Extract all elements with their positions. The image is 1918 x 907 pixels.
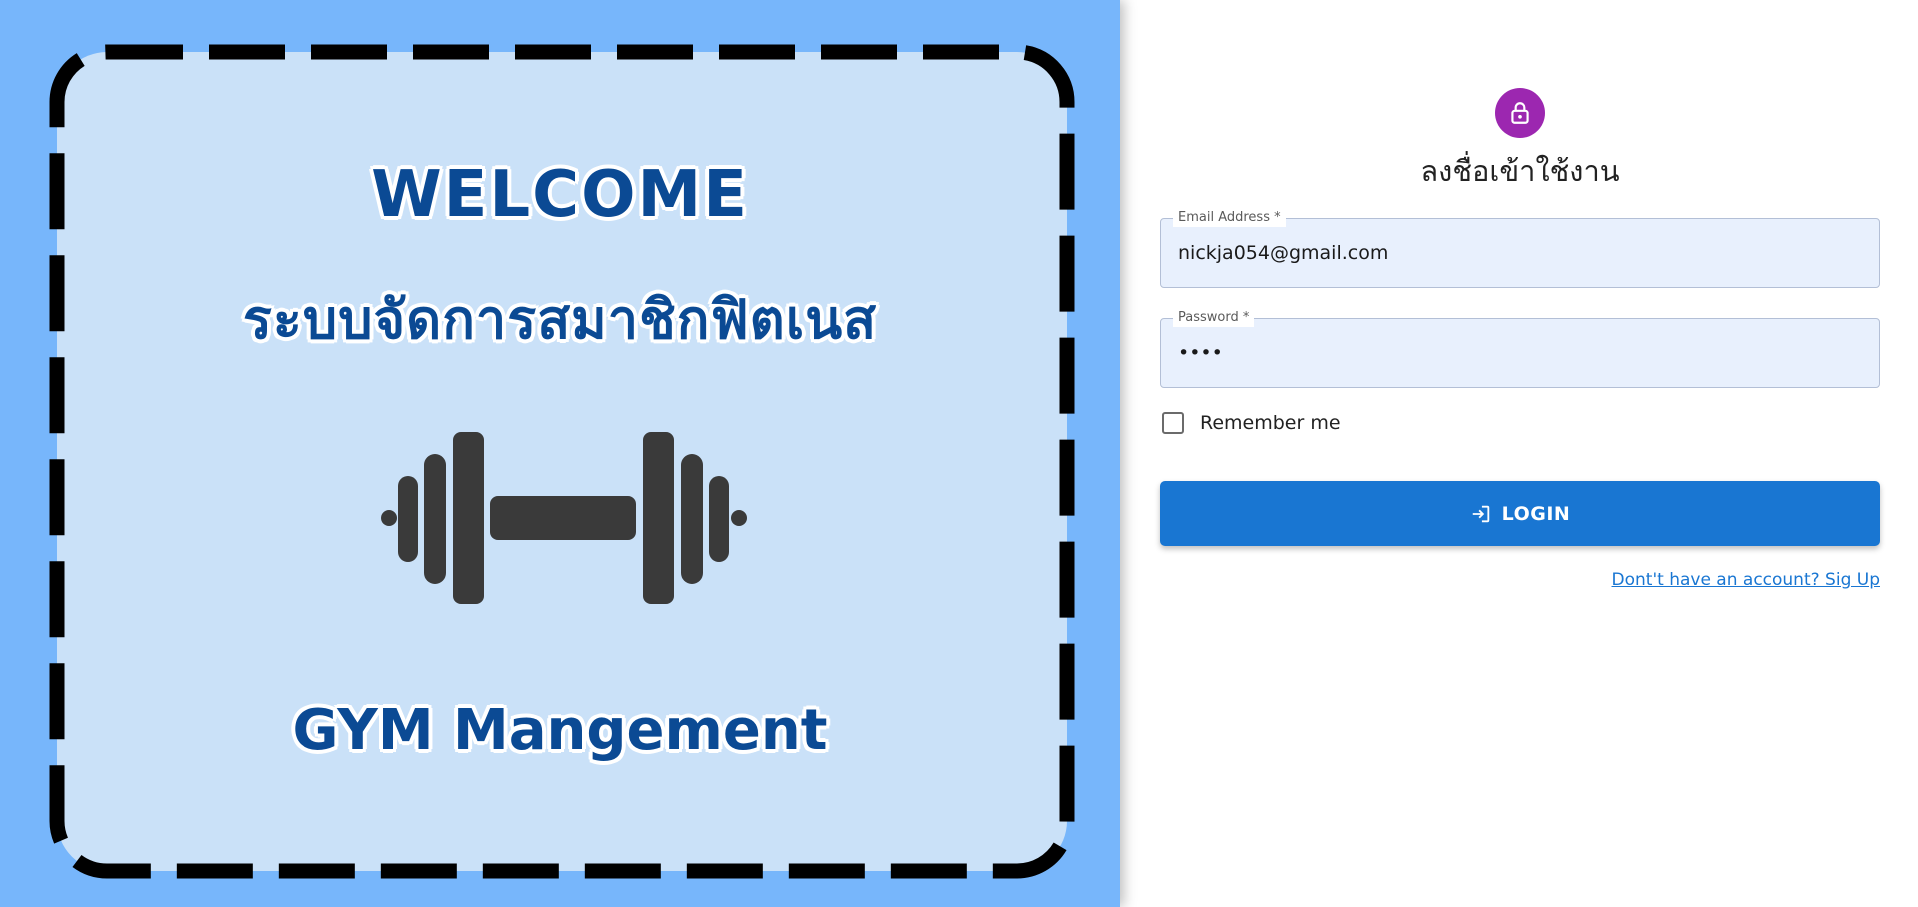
gym-management-subtitle: GYM Mangement bbox=[292, 698, 828, 763]
remember-me[interactable]: Remember me bbox=[1162, 412, 1341, 434]
login-label: LOGIN bbox=[1501, 502, 1571, 525]
password-value[interactable]: •••• bbox=[1178, 342, 1223, 364]
hero-card bbox=[49, 44, 1075, 879]
login-button[interactable]: LOGIN bbox=[1160, 481, 1880, 546]
lock-avatar bbox=[1495, 88, 1545, 138]
login-form: ลงชื่อเข้าใช้งาน Email Address * nickja0… bbox=[1160, 0, 1880, 907]
login-icon bbox=[1470, 503, 1492, 525]
lock-icon bbox=[1511, 102, 1529, 124]
signup-link[interactable]: Dont't have an account? Sig Up bbox=[1612, 570, 1880, 590]
welcome-title: WELCOME bbox=[371, 158, 749, 232]
email-label: Email Address * bbox=[1173, 209, 1286, 227]
email-value[interactable]: nickja054@gmail.com bbox=[1178, 242, 1388, 264]
email-field[interactable]: Email Address * nickja054@gmail.com bbox=[1160, 209, 1880, 288]
login-heading: ลงชื่อเข้าใช้งาน bbox=[1420, 154, 1620, 188]
remember-checkbox[interactable] bbox=[1162, 412, 1184, 434]
hero-panel: WELCOME ระบบจัดการสมาชิกฟิตเนส GYM Mange… bbox=[0, 0, 1120, 907]
password-field[interactable]: Password * •••• bbox=[1160, 309, 1880, 388]
system-name-title: ระบบจัดการสมาชิกฟิตเนส bbox=[242, 288, 878, 351]
remember-label: Remember me bbox=[1200, 412, 1341, 434]
password-label: Password * bbox=[1173, 309, 1255, 327]
